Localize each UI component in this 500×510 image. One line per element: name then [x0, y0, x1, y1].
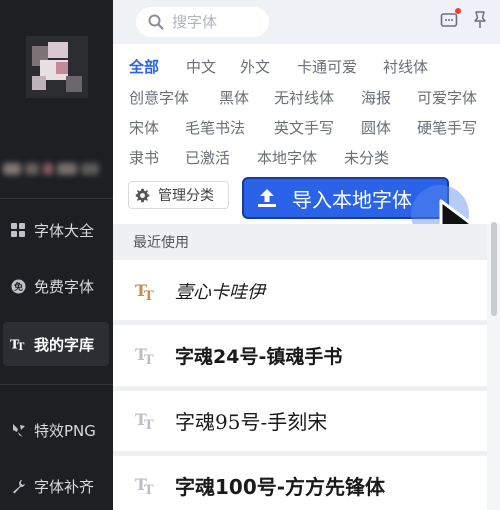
sidebar: 字体大全 免 免费字体 TT 我的字库 特效PNG 字体补齐: [0, 0, 113, 510]
search-icon: [148, 14, 164, 30]
font-name: 壹心卡哇伊: [175, 282, 265, 303]
row-separator: [113, 320, 487, 325]
category-english-handwriting[interactable]: 英文手写: [274, 117, 334, 138]
font-name: 字魂24号-镇魂手书: [175, 345, 343, 368]
nav-label: 字体大全: [34, 221, 95, 240]
message-icon[interactable]: [440, 12, 458, 30]
avatar[interactable]: [26, 36, 88, 98]
font-tt-icon: TT: [10, 336, 26, 352]
row-separator: [113, 386, 487, 391]
nav-label: 我的字库: [34, 335, 95, 354]
category-local[interactable]: 本地字体: [257, 147, 317, 168]
grid-icon: [10, 222, 26, 238]
font-item[interactable]: TT 字魂95号-手刻宋: [113, 395, 487, 445]
sparkle-icon: [10, 422, 26, 438]
font-name: 字魂100号-方方先锋体: [175, 474, 386, 499]
notification-dot: [455, 8, 461, 14]
user-name: [3, 160, 103, 180]
wrench-icon: [10, 478, 26, 494]
search-input[interactable]: [170, 12, 264, 32]
font-tt-icon: TT: [135, 475, 154, 496]
category-cartoon-cute[interactable]: 卡通可爱: [297, 56, 357, 77]
font-tt-icon: TT: [135, 281, 154, 302]
svg-text:T: T: [144, 353, 154, 366]
nav-label: 免费字体: [34, 277, 95, 296]
category-hei[interactable]: 黑体: [219, 87, 249, 108]
font-item[interactable]: TT 字魂100号-方方先锋体: [113, 460, 487, 510]
upload-icon: [258, 189, 276, 207]
category-creative[interactable]: 创意字体: [129, 87, 189, 108]
nav-free-fonts[interactable]: 免 免费字体: [0, 264, 113, 308]
font-item[interactable]: TT 字魂24号-镇魂手书: [113, 330, 487, 380]
divider: [0, 384, 113, 385]
svg-text:T: T: [144, 483, 154, 496]
font-item[interactable]: TT 壹心卡哇伊: [113, 266, 487, 316]
recent-section-header: 最近使用: [113, 224, 487, 260]
nav-my-fonts[interactable]: TT 我的字库: [3, 322, 109, 366]
search-box[interactable]: [136, 7, 269, 37]
recent-heading: 最近使用: [133, 235, 189, 251]
category-sans-serif[interactable]: 无衬线体: [274, 87, 334, 108]
gear-icon: [135, 188, 150, 202]
category-hard-pen[interactable]: 硬笔手写: [417, 117, 477, 138]
category-poster[interactable]: 海报: [361, 87, 391, 108]
top-bar: [113, 0, 500, 44]
pin-icon[interactable]: [472, 11, 488, 29]
category-chinese[interactable]: 中文: [186, 56, 216, 77]
font-tt-icon: TT: [135, 345, 154, 366]
manage-categories-button[interactable]: 管理分类: [128, 181, 229, 209]
category-activated[interactable]: 已激活: [185, 147, 230, 168]
category-cute[interactable]: 可爱字体: [417, 87, 477, 108]
scrollbar-thumb[interactable]: [491, 222, 497, 316]
svg-text:T: T: [144, 418, 154, 431]
import-label: 导入本地字体: [292, 187, 412, 212]
category-song[interactable]: 宋体: [129, 117, 159, 138]
svg-text:T: T: [17, 342, 25, 352]
nav-effect-png[interactable]: 特效PNG: [0, 408, 113, 452]
main-panel: 全部 中文 外文 卡通可爱 衬线体 创意字体 黑体 无衬线体 海报 可爱字体 宋…: [113, 0, 500, 510]
category-brush[interactable]: 毛笔书法: [185, 117, 245, 138]
svg-text:T: T: [144, 289, 154, 302]
nav-label: 特效PNG: [34, 421, 96, 440]
row-separator: [113, 451, 487, 456]
manage-label: 管理分类: [158, 188, 214, 204]
category-uncategorized[interactable]: 未分类: [344, 147, 389, 168]
category-round[interactable]: 圆体: [361, 117, 391, 138]
nav-font-fix[interactable]: 字体补齐: [0, 464, 113, 508]
free-badge-icon: 免: [10, 278, 26, 294]
nav-label: 字体补齐: [34, 477, 95, 496]
category-serif[interactable]: 衬线体: [383, 56, 428, 77]
font-name: 字魂95号-手刻宋: [175, 409, 328, 434]
category-lishu[interactable]: 隶书: [129, 147, 159, 168]
svg-text:免: 免: [13, 281, 22, 293]
nav-font-library[interactable]: 字体大全: [0, 208, 113, 252]
category-foreign[interactable]: 外文: [240, 56, 270, 77]
font-tt-icon: TT: [135, 410, 154, 431]
divider: [0, 198, 113, 199]
category-all[interactable]: 全部: [129, 56, 159, 77]
